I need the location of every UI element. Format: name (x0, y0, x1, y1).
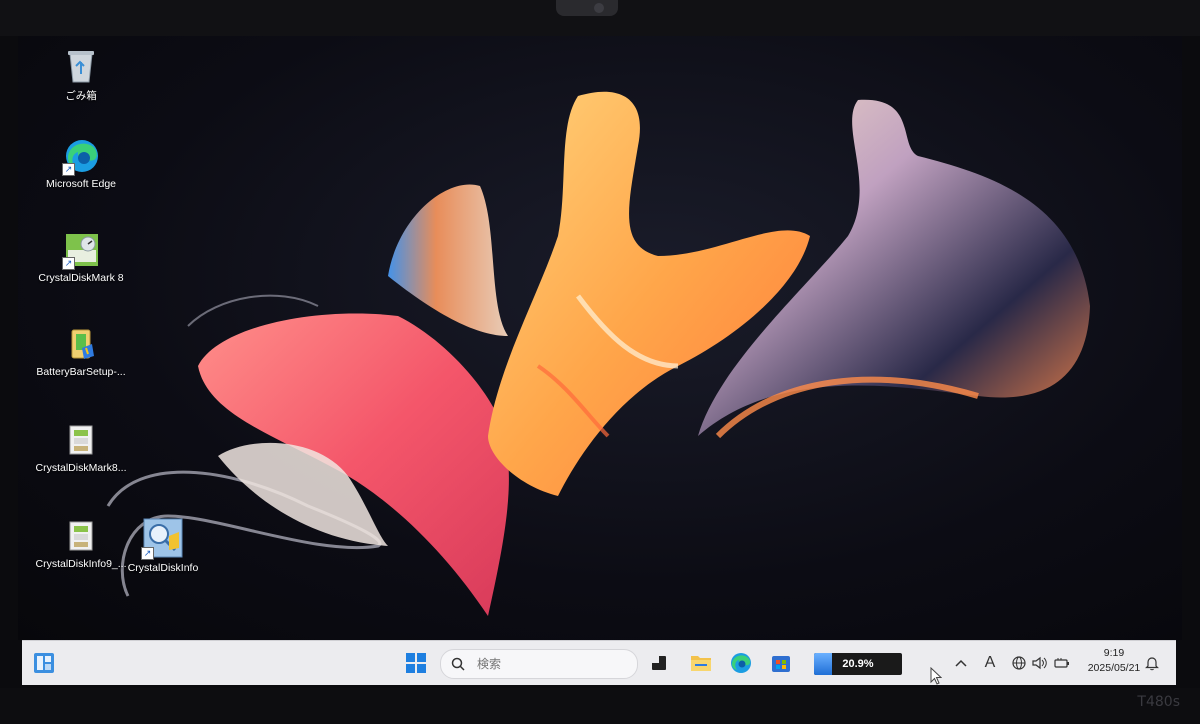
webcam (556, 0, 618, 16)
crystaldiskmark-icon: ↗ (62, 232, 98, 270)
desktop-icon-batterybar-setup[interactable]: BatteryBarSetup-... (31, 326, 131, 378)
archive-icon (64, 518, 98, 554)
desktop-icon-label: Microsoft Edge (45, 178, 117, 190)
clock-date: 2025/05/21 (1087, 662, 1141, 674)
taskbar: 20.9% A 9:19 2025/05/21 (22, 640, 1176, 685)
desktop[interactable]: ごみ箱 ↗ Microsoft Edge ↗ CrystalDiskMark 8 (18, 36, 1182, 640)
desktop-icon-edge[interactable]: ↗ Microsoft Edge (31, 138, 131, 190)
desktop-icon-crystaldiskmark[interactable]: ↗ CrystalDiskMark 8 (31, 232, 131, 284)
ime-mode-label: A (984, 654, 996, 671)
taskbar-edge[interactable] (726, 647, 756, 679)
widgets-button[interactable] (28, 647, 60, 679)
show-hidden-icons-button[interactable] (952, 647, 970, 679)
taskbar-clock[interactable]: 9:19 2025/05/21 (1080, 646, 1148, 676)
ime-indicator[interactable]: A (980, 647, 1000, 679)
installer-icon (64, 326, 98, 362)
task-view-button[interactable] (644, 647, 674, 679)
task-view-icon (652, 656, 666, 670)
desktop-icon-crystaldiskmark-archive[interactable]: CrystalDiskMark8... (31, 422, 131, 474)
desktop-icon-crystaldiskinfo[interactable]: ↗ CrystalDiskInfo (113, 518, 213, 574)
desktop-icon-label: CrystalDiskMark 8 (38, 272, 124, 284)
mouse-cursor-icon (930, 667, 942, 685)
desktop-icon-label: CrystalDiskMark8... (35, 462, 127, 474)
crystaldiskinfo-icon: ↗ (141, 518, 183, 560)
network-status[interactable] (1010, 647, 1028, 679)
batterybar-indicator[interactable]: 20.9% (814, 653, 902, 675)
speaker-icon (1032, 656, 1047, 670)
widgets-icon (34, 653, 54, 673)
desktop-icon-label: ごみ箱 (65, 90, 97, 102)
desktop-icon-label: CrystalDiskInfo (127, 562, 199, 574)
battery-plug-icon (1054, 658, 1069, 668)
desktop-icon-label: BatteryBarSetup-... (36, 366, 126, 378)
taskbar-search[interactable] (440, 649, 638, 679)
search-input[interactable] (475, 656, 619, 672)
laptop-bezel-top (0, 0, 1200, 36)
edge-icon (731, 653, 751, 673)
volume-control[interactable] (1030, 647, 1050, 679)
battery-percent: 20.9% (842, 658, 874, 670)
laptop-model-label: T480s (1137, 694, 1180, 710)
clock-time: 9:19 (1103, 647, 1125, 659)
taskbar-file-explorer[interactable] (686, 647, 716, 679)
windows-logo-icon (406, 653, 426, 673)
notifications-button[interactable] (1142, 647, 1162, 679)
search-icon (451, 657, 465, 671)
chevron-up-icon (955, 659, 967, 667)
laptop-bezel-bottom (0, 688, 1200, 724)
globe-icon (1012, 656, 1026, 670)
start-button[interactable] (398, 647, 434, 679)
archive-icon (64, 422, 98, 458)
store-icon (772, 656, 790, 672)
recycle-bin-icon (64, 48, 98, 84)
power-status[interactable] (1052, 647, 1072, 679)
folder-icon (691, 656, 711, 671)
bell-icon (1145, 656, 1159, 670)
desktop-icon-recycle-bin[interactable]: ごみ箱 (31, 48, 131, 103)
taskbar-store[interactable] (766, 647, 796, 679)
edge-icon: ↗ (62, 138, 98, 176)
